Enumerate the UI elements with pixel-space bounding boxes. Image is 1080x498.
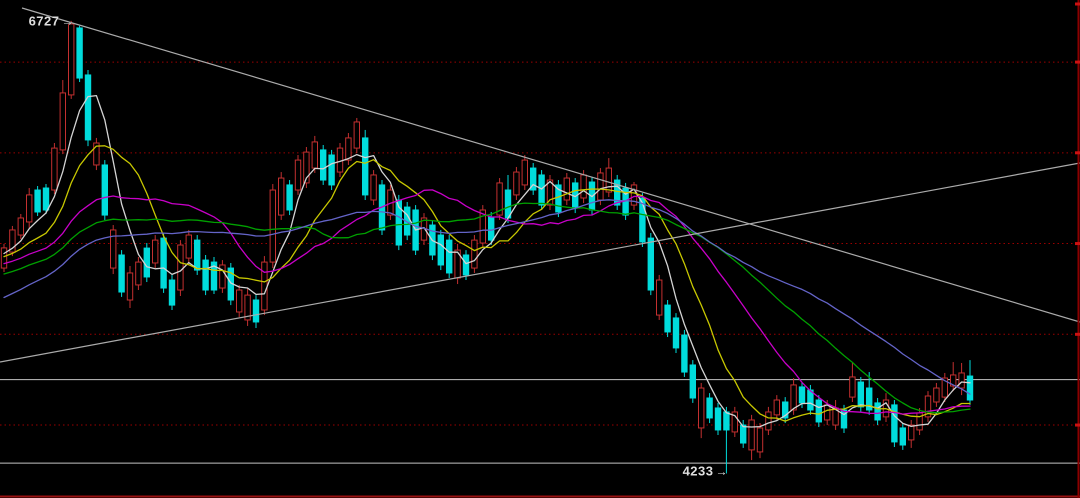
peak-price-value: 6727 [29, 14, 60, 29]
candle-body-up [312, 142, 317, 168]
candle-body-down [665, 305, 670, 332]
right-arrow-icon: → [62, 14, 75, 28]
chart-canvas[interactable] [0, 0, 1080, 498]
candle-body-down [447, 240, 452, 273]
candle-body-down [816, 400, 821, 422]
candle-body-down [253, 300, 258, 322]
candle-body-up [909, 425, 914, 440]
candle-body-down [169, 280, 174, 305]
candle-body-up [295, 160, 300, 190]
candle-body-up [522, 160, 527, 185]
candle-body-up [472, 240, 477, 268]
candle-body-up [337, 148, 342, 172]
candle-body-down [203, 260, 208, 290]
candle-body-up [354, 122, 359, 148]
candle-body-down [119, 255, 124, 292]
candle-body-up [136, 262, 141, 285]
candle-body-down [892, 405, 897, 442]
candle-body-up [825, 405, 830, 420]
candle-body-up [959, 373, 964, 388]
candle-body-down [363, 138, 368, 195]
low-price-value: 4233 [683, 464, 714, 479]
candle-body-up [564, 178, 569, 200]
candle-body-down [505, 190, 510, 218]
candle-body-up [27, 195, 32, 222]
candle-body-up [52, 148, 57, 190]
candle-body-down [715, 408, 720, 430]
candle-body-down [287, 185, 292, 210]
candle-body-up [934, 388, 939, 402]
candle-body-down [144, 248, 149, 277]
candle-body-up [262, 262, 267, 310]
candle-body-up [279, 178, 284, 215]
candle-body-down [539, 175, 544, 205]
candle-body-up [514, 172, 519, 195]
candle-body-down [43, 188, 48, 210]
low-price-label: 4233 → [683, 464, 728, 479]
candle-body-up [757, 428, 762, 452]
candlestick-chart: 6727 → 4233 → [0, 0, 1080, 498]
candle-body-up [657, 280, 662, 315]
candle-body-down [161, 238, 166, 288]
candle-body-up [606, 168, 611, 192]
candle-body-down [690, 365, 695, 398]
candle-body-up [237, 290, 242, 312]
candle-body-down [707, 398, 712, 418]
candle-body-down [85, 75, 90, 140]
candle-body-up [60, 93, 65, 150]
candle-body-down [741, 425, 746, 443]
candle-body-up [69, 24, 74, 95]
candle-body-down [682, 335, 687, 372]
candle-body-down [35, 190, 40, 212]
candle-body-down [724, 412, 729, 430]
candle-body-down [900, 428, 905, 445]
candle-body-down [195, 240, 200, 270]
candle-body-down [648, 238, 653, 290]
candle-body-up [774, 400, 779, 415]
candle-body-up [581, 175, 586, 198]
candle-body-up [127, 273, 132, 300]
candle-body-up [791, 385, 796, 410]
candle-body-up [270, 190, 275, 262]
candle-body-down [102, 165, 107, 215]
candle-body-up [178, 245, 183, 290]
candle-body-up [153, 240, 158, 263]
candle-body-down [875, 403, 880, 420]
candle-body-down [967, 376, 972, 400]
peak-price-label: 6727 → [29, 14, 74, 29]
candle-body-down [673, 318, 678, 348]
ma-40-line [4, 200, 970, 394]
candle-body-up [1, 248, 6, 268]
candle-body-up [371, 175, 376, 200]
candle-body-up [850, 377, 855, 397]
candle-body-up [598, 173, 603, 200]
right-arrow-icon: → [716, 464, 729, 478]
candle-body-down [489, 217, 494, 240]
candle-body-down [463, 255, 468, 275]
candle-body-up [18, 218, 23, 235]
candle-body-up [346, 138, 351, 160]
candle-body-down [438, 235, 443, 265]
candle-body-up [699, 388, 704, 428]
candle-body-up [749, 420, 754, 450]
candle-body-down [77, 28, 82, 78]
candle-body-up [186, 235, 191, 258]
candle-body-down [329, 155, 334, 185]
candle-body-down [321, 150, 326, 180]
candle-body-up [766, 412, 771, 430]
candle-body-down [799, 387, 804, 403]
candle-body-down [858, 382, 863, 407]
